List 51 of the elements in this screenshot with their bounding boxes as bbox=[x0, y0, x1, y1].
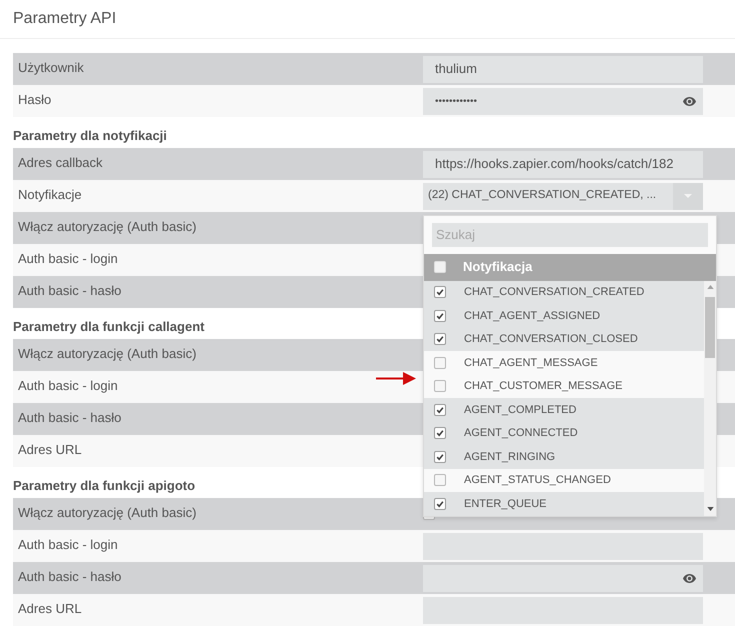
scroll-down-icon[interactable] bbox=[706, 506, 714, 510]
section-heading: Parametry dla funkcji apigoto bbox=[13, 476, 196, 495]
field-label: Adres URL bbox=[17, 600, 82, 618]
checkbox[interactable] bbox=[434, 333, 446, 346]
field-label: Włącz autoryzację (Auth basic) bbox=[17, 345, 196, 363]
field-label: Auth basic - hasło bbox=[17, 282, 122, 300]
list-item[interactable]: AGENT_CONNECTED bbox=[424, 422, 704, 445]
section-heading: Parametry dla funkcji callagent bbox=[13, 318, 204, 336]
arrow-icon bbox=[376, 371, 416, 386]
text-field[interactable]: https://hooks.zapier.com/hooks/catch/182 bbox=[423, 150, 703, 178]
checkbox[interactable] bbox=[434, 450, 446, 463]
field-label: Notyfikacje bbox=[17, 186, 82, 204]
eye-icon[interactable] bbox=[683, 574, 696, 582]
field-label: Auth basic - login bbox=[17, 536, 118, 554]
column-header-label: Notyfikacja bbox=[463, 258, 532, 276]
checkbox[interactable] bbox=[434, 310, 446, 322]
list-item[interactable]: CHAT_CONVERSATION_CLOSED bbox=[424, 328, 704, 351]
password-field[interactable]: •••••••••••• bbox=[423, 88, 703, 114]
scrollbar[interactable] bbox=[704, 280, 716, 516]
list-item[interactable]: AGENT_COMPLETED bbox=[424, 398, 704, 422]
checkbox[interactable] bbox=[434, 427, 446, 440]
dropdown-button[interactable] bbox=[673, 182, 703, 210]
page-title: Parametry API bbox=[13, 9, 116, 29]
checkbox[interactable] bbox=[434, 498, 446, 510]
checkbox[interactable] bbox=[434, 286, 446, 298]
text-field[interactable]: thulium bbox=[423, 56, 703, 82]
list-item[interactable]: AGENT_STATUS_CHANGED bbox=[424, 468, 704, 492]
list-item[interactable]: CHAT_CONVERSATION_CREATED bbox=[424, 280, 704, 304]
field-label: Włącz autoryzację (Auth basic) bbox=[17, 504, 196, 522]
field-label: Włącz autoryzację (Auth basic) bbox=[17, 218, 196, 236]
eye-icon[interactable] bbox=[683, 96, 696, 106]
checkbox[interactable] bbox=[434, 380, 446, 392]
checkbox[interactable] bbox=[434, 474, 446, 486]
scrollbar-thumb[interactable] bbox=[705, 296, 715, 358]
list-item[interactable]: ENTER_QUEUE bbox=[424, 492, 704, 516]
field-label: Auth basic - login bbox=[17, 250, 118, 268]
field-label: Adres callback bbox=[17, 154, 103, 172]
select-field[interactable]: (22) CHAT_CONVERSATION_CREATED, ... bbox=[423, 182, 703, 210]
list-item[interactable]: AGENT_RINGING bbox=[424, 445, 704, 468]
list-item[interactable]: CHAT_AGENT_ASSIGNED bbox=[424, 304, 704, 328]
scroll-up-icon[interactable] bbox=[706, 284, 714, 288]
section-heading: Parametry dla notyfikacji bbox=[13, 126, 167, 145]
field-label: Auth basic - hasło bbox=[17, 568, 122, 586]
password-field[interactable] bbox=[423, 564, 703, 592]
field-label: Auth basic - login bbox=[17, 377, 118, 395]
field-label: Użytkownik bbox=[17, 59, 84, 77]
field-label: Adres URL bbox=[17, 441, 82, 459]
field-label: Auth basic - hasło bbox=[17, 409, 122, 427]
checkbox[interactable] bbox=[434, 404, 446, 416]
checkbox[interactable] bbox=[434, 356, 446, 369]
field-label: Hasło bbox=[17, 91, 52, 109]
